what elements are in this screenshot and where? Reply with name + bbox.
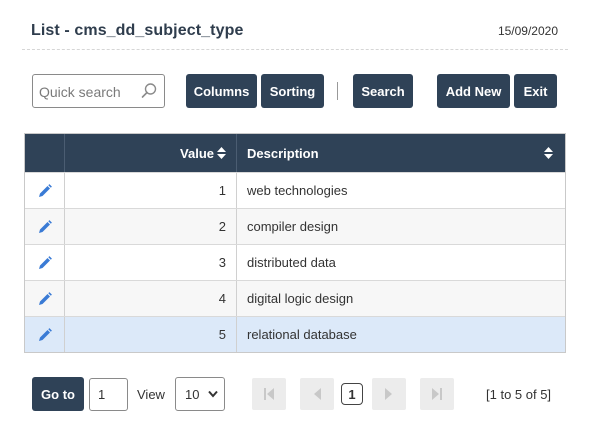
header-description-column[interactable]: Description [237, 134, 565, 172]
edit-cell[interactable] [25, 281, 65, 316]
edit-pencil-icon[interactable] [38, 255, 52, 270]
description-cell: relational database [247, 327, 357, 342]
page-size-value: 10 [185, 386, 200, 402]
description-cell: web technologies [247, 183, 348, 198]
prev-page-button[interactable] [300, 378, 334, 410]
edit-cell[interactable] [25, 245, 65, 280]
chevron-down-icon [208, 390, 218, 398]
page-title: List - cms_dd_subject_type [31, 22, 244, 39]
edit-cell[interactable] [25, 317, 65, 352]
description-cell: digital logic design [247, 291, 354, 306]
table-row[interactable]: 1 web technologies [25, 172, 565, 208]
columns-button[interactable]: Columns [186, 74, 257, 108]
edit-cell[interactable] [25, 173, 65, 208]
search-button[interactable]: Search [353, 74, 413, 108]
description-cell: compiler design [247, 219, 339, 234]
quick-search-box[interactable] [32, 74, 165, 108]
last-page-button[interactable] [420, 378, 454, 410]
header-value-label: Value [180, 145, 214, 161]
goto-button[interactable]: Go to [32, 377, 84, 411]
description-cell: distributed data [247, 255, 336, 270]
header-description-label: Description [247, 145, 319, 161]
first-page-button[interactable] [252, 378, 286, 410]
header-edit-column [25, 134, 65, 172]
header-value-column[interactable]: Value [65, 134, 237, 172]
toolbar: Columns Sorting Search Add New Exit [0, 72, 591, 110]
value-cell: 2 [65, 209, 237, 244]
search-icon[interactable] [140, 82, 158, 100]
edit-pencil-icon[interactable] [38, 219, 52, 234]
sort-icon[interactable] [217, 147, 226, 159]
grid-header-row: Value Description [25, 134, 565, 172]
edit-cell[interactable] [25, 209, 65, 244]
table-row[interactable]: 4 digital logic design [25, 280, 565, 316]
quick-search-input[interactable] [39, 82, 139, 102]
toolbar-divider [337, 82, 338, 100]
page-header: List - cms_dd_subject_type 15/09/2020 [22, 14, 568, 50]
data-grid: Value Description 1 web technologies 2 c… [24, 133, 566, 353]
edit-pencil-icon[interactable] [38, 327, 52, 342]
current-page[interactable]: 1 [341, 383, 363, 405]
add-new-button[interactable]: Add New [437, 74, 510, 108]
next-page-button[interactable] [372, 378, 406, 410]
prev-page-icon [314, 388, 321, 400]
value-cell: 5 [65, 317, 237, 352]
edit-pencil-icon[interactable] [38, 291, 52, 306]
pagination-bar: Go to View 10 1 [1 to 5 of 5] [0, 377, 591, 413]
view-label: View [137, 387, 165, 402]
first-page-icon [264, 388, 274, 400]
table-row-selected[interactable]: 5 relational database [25, 316, 565, 352]
sorting-button[interactable]: Sorting [261, 74, 324, 108]
page-size-select[interactable]: 10 [175, 377, 225, 411]
last-page-icon [432, 388, 442, 400]
exit-button[interactable]: Exit [514, 74, 557, 108]
table-row[interactable]: 3 distributed data [25, 244, 565, 280]
record-count-info: [1 to 5 of 5] [486, 387, 552, 402]
value-cell: 3 [65, 245, 237, 280]
sort-icon[interactable] [544, 147, 553, 159]
goto-page-input[interactable] [89, 378, 128, 411]
value-cell: 1 [65, 173, 237, 208]
page-date: 15/09/2020 [497, 24, 558, 38]
next-page-icon [385, 388, 392, 400]
value-cell: 4 [65, 281, 237, 316]
edit-pencil-icon[interactable] [38, 183, 52, 198]
table-row[interactable]: 2 compiler design [25, 208, 565, 244]
